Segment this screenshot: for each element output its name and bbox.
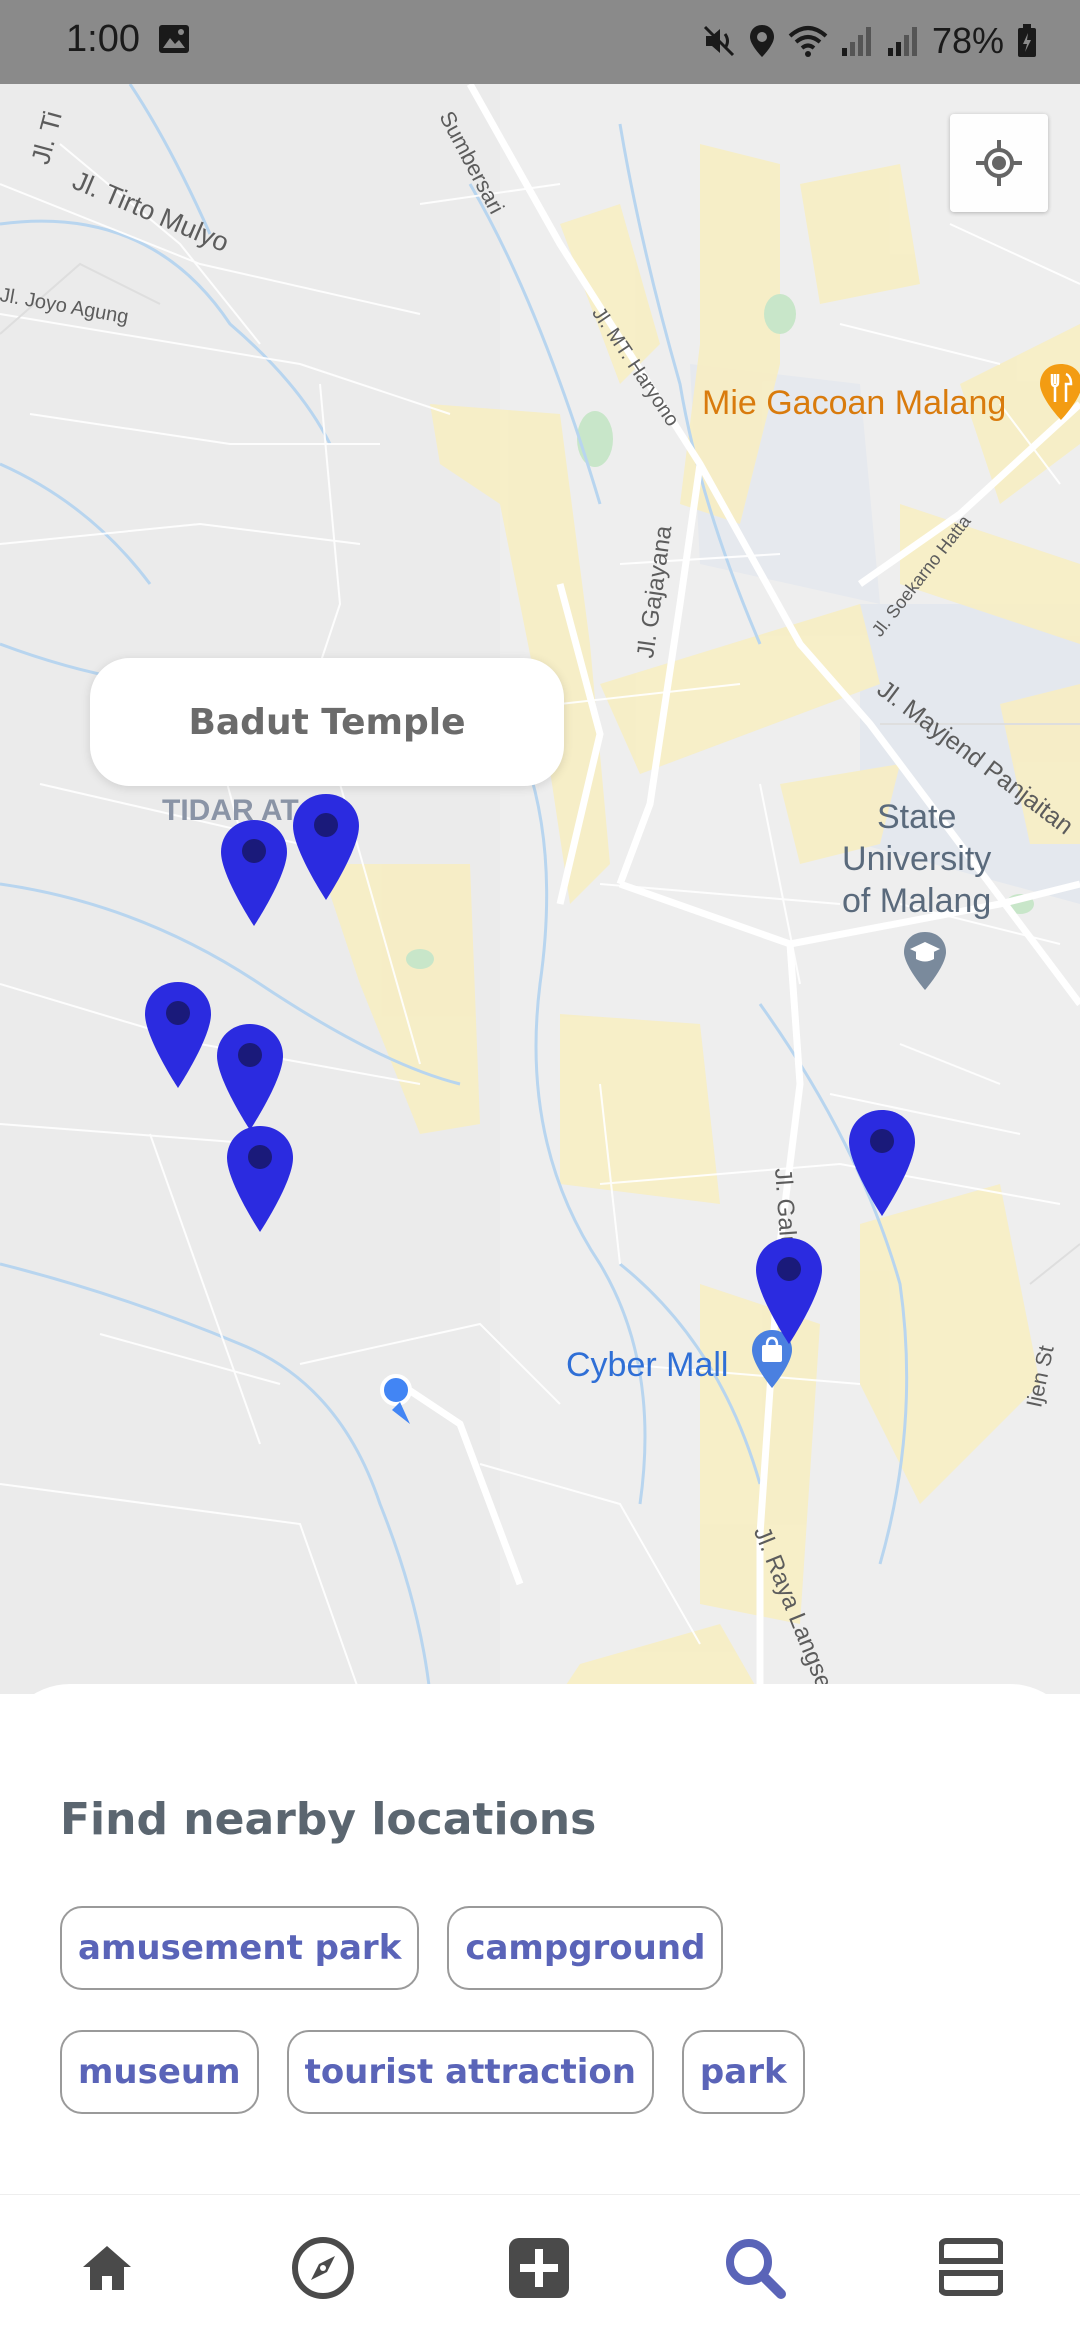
nav-search[interactable] [720,2233,790,2303]
bottom-navigation [0,2194,1080,2340]
location-pin[interactable] [143,980,213,1090]
mute-icon [703,25,734,57]
chip-park[interactable]: park [681,2030,805,2114]
wifi-icon [788,26,828,57]
chip-row: museum tourist attraction park [60,2030,805,2114]
battery-icon [1018,24,1036,57]
chip-museum[interactable]: museum [60,2030,259,2114]
status-icons: 78% [702,16,1038,66]
university-icon[interactable] [900,930,950,992]
battery-percent: 78% [931,20,1004,61]
sheet-title: Find nearby locations [60,1794,597,1845]
map-view[interactable]: Jl. Ti Jl. Tirto Mulyo Jl. Joyo Agung Su… [0,84,1080,1694]
location-pin[interactable] [754,1236,824,1346]
nav-explore[interactable] [288,2233,358,2303]
location-pin[interactable] [219,818,289,928]
crosshair-icon [976,140,1022,186]
university-label-line: of Malang [842,882,992,920]
signal-icon-2 [887,27,917,56]
location-pin[interactable] [215,1022,285,1132]
bottom-sheet[interactable]: Find nearby locations amusement park cam… [0,1684,1080,2194]
restaurant-label[interactable]: Mie Gacoan Malang [702,384,1006,423]
location-pin[interactable] [291,792,361,902]
location-icon [749,25,774,57]
status-time: 1:00 [66,18,140,60]
search-icon [726,2239,786,2299]
marker-info-window[interactable]: Badut Temple [90,658,564,786]
compass-icon [292,2237,354,2299]
nav-home[interactable] [72,2233,142,2303]
chip-tourist-attraction[interactable]: tourist attraction [286,2030,654,2114]
my-location-button[interactable] [950,114,1048,212]
mall-label[interactable]: Cyber Mall [566,1346,728,1385]
image-notification-icon [159,25,189,53]
home-icon [83,2246,131,2290]
restaurant-icon[interactable] [1036,362,1080,422]
university-label-line: University [842,840,992,878]
chip-amusement-park[interactable]: amusement park [60,1906,420,1990]
chip-campground[interactable]: campground [447,1906,724,1990]
nav-add[interactable] [504,2233,574,2303]
location-pin[interactable] [225,1124,295,1234]
nav-saved[interactable] [936,2233,1006,2303]
university-label-line: State [876,798,957,836]
add-icon [509,2238,569,2298]
chip-row: amusement park campground [60,1906,724,1990]
university-label[interactable]: State University of Malang [842,796,991,922]
bookmarks-icon [939,2238,1003,2296]
signal-icon [841,27,871,56]
location-pin[interactable] [847,1108,917,1218]
status-bar: 1:00 78% [0,0,1080,84]
